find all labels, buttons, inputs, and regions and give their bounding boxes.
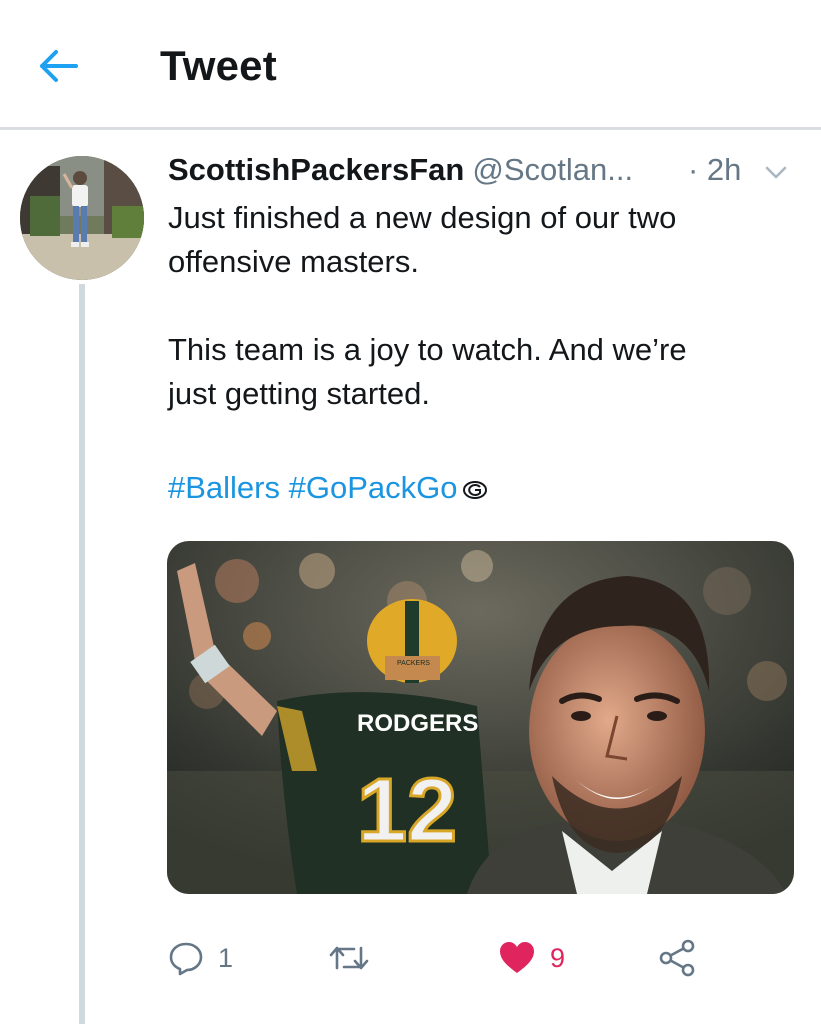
reply-count: 1: [218, 942, 234, 973]
timestamp[interactable]: · 2h: [688, 152, 741, 188]
hashtag-link[interactable]: #GoPackGo: [289, 470, 458, 505]
avatar[interactable]: [20, 156, 144, 280]
jersey-name: RODGERS: [357, 710, 478, 737]
tweet-meta: ScottishPackersFan @Scotlan... · 2h: [168, 152, 808, 192]
header-divider: [0, 127, 821, 130]
tweet-text-line: offensive masters.: [168, 244, 419, 279]
thread-line: [79, 284, 85, 1024]
avatar-image: [20, 156, 144, 280]
handle[interactable]: @Scotlan...: [472, 152, 633, 187]
like-count: 9: [550, 942, 566, 973]
tweet-media-image[interactable]: PACKERS RODGERS 12: [167, 541, 794, 894]
tweet-text-line: This team is a joy to watch. And we’re: [168, 332, 687, 367]
retweet-icon: [329, 946, 369, 970]
heart-icon: [500, 942, 534, 973]
reply-button[interactable]: 1: [168, 930, 233, 986]
helmet-text: PACKERS: [397, 660, 430, 667]
tweet-text: Just finished a new design of our two of…: [168, 196, 798, 416]
packers-logo-icon: [462, 480, 487, 499]
tweet-actions: 1 9: [168, 930, 728, 986]
like-button[interactable]: 9: [498, 930, 565, 986]
back-arrow-icon: [40, 50, 78, 82]
tweet-text-line: Just finished a new design of our two: [168, 200, 677, 235]
display-name[interactable]: ScottishPackersFan: [168, 152, 464, 187]
chevron-down-icon[interactable]: [762, 160, 790, 184]
hashtag-link[interactable]: #Ballers: [168, 470, 280, 505]
retweet-button[interactable]: [328, 930, 384, 986]
tweet-text-line: just getting started.: [168, 376, 430, 411]
share-icon: [659, 939, 695, 977]
page-title: Tweet: [160, 42, 277, 89]
hashtags: #Ballers #GoPackGo: [168, 470, 488, 506]
share-button[interactable]: [658, 930, 698, 986]
reply-icon: [169, 942, 203, 976]
back-button[interactable]: [36, 44, 80, 88]
jersey-number: 12: [357, 761, 457, 861]
artwork-image: PACKERS RODGERS 12: [167, 541, 794, 894]
top-app-bar: Tweet: [0, 0, 821, 128]
